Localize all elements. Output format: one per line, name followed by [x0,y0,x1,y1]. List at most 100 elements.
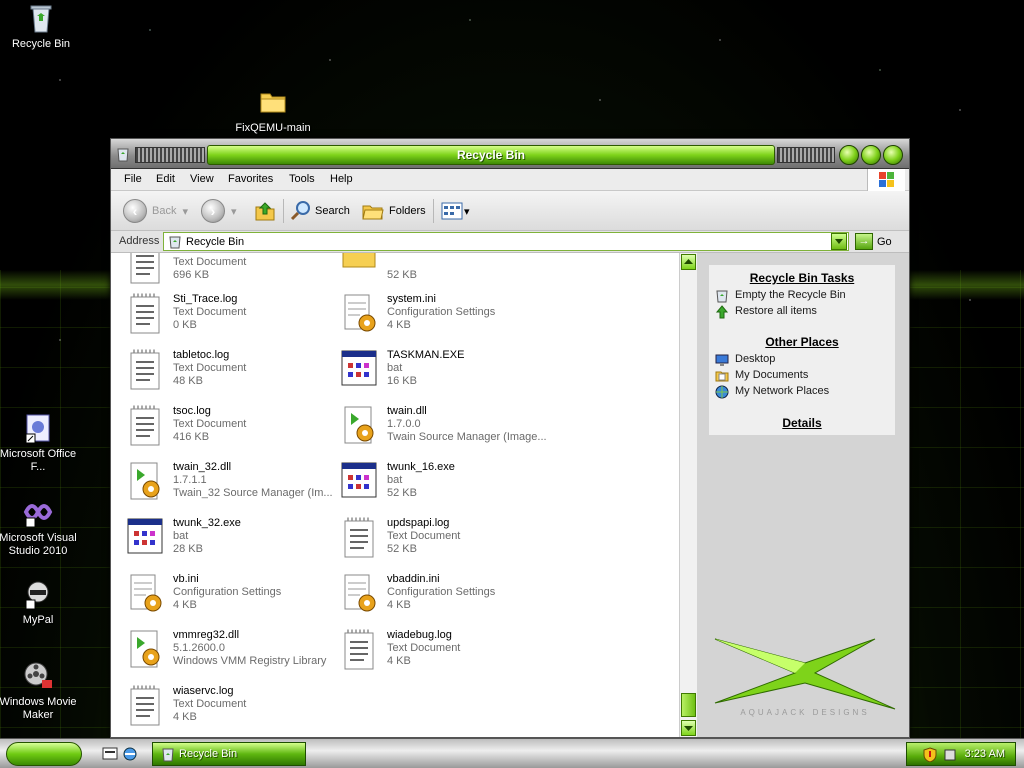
empty-recycle-bin-link[interactable]: Empty the Recycle Bin [735,289,846,301]
file-item[interactable]: tsoc.log Text Document 416 KB [125,403,335,453]
desktop-icon-recycle-bin[interactable]: Recycle Bin [0,2,82,51]
close-button[interactable] [883,145,903,165]
desktop-icon-visual-studio[interactable]: Microsoft Visual Studio 2010 [0,496,79,558]
task-pane: Recycle Bin Tasks Empty the Recycle Bin … [697,253,909,737]
security-shield-icon[interactable] [923,747,937,762]
folders-button[interactable]: Folders [361,197,426,225]
my-network-places-link[interactable]: My Network Places [735,385,829,397]
restore-icon [715,305,729,319]
search-label: Search [315,205,350,217]
file-item[interactable]: twain_32.dll 1.7.1.1 Twain_32 Source Manag… [125,459,335,509]
file-item[interactable]: updspapi.log Text Document 52 KB [339,515,549,565]
search-button[interactable]: Search [289,197,350,225]
menu-file[interactable]: File [124,173,142,185]
file-item[interactable]: vbaddin.ini Configuration Settings 4 KB [339,571,549,621]
titlebar-grille-right [777,147,835,163]
file-size: 52 KB [387,269,417,281]
window-recycle-bin-icon[interactable] [116,146,130,162]
file-item[interactable]: Sti_Trace.log Text Document 0 KB [125,291,335,341]
file-name: system.ini [387,293,436,305]
file-item[interactable]: twunk_16.exe bat 52 KB [339,459,549,509]
back-dropdown-icon[interactable]: ▾ [182,205,188,218]
tray-app-icon[interactable] [943,748,957,762]
address-bar: Address Recycle Bin → Go [111,231,909,253]
up-folder-icon [255,202,275,221]
file-name: wiaservc.log [173,685,234,697]
file-item[interactable]: tabletoc.log Text Document 48 KB [125,347,335,397]
window-title: Recycle Bin [207,145,775,165]
file-size: 52 KB [387,543,417,555]
address-label: Address [119,235,160,247]
scroll-thumb[interactable] [681,693,696,717]
restore-all-items-link[interactable]: Restore all items [735,305,817,317]
vertical-scrollbar[interactable] [679,253,697,737]
task-pane-box: Recycle Bin Tasks Empty the Recycle Bin … [709,265,895,435]
desktop-icon-office[interactable]: Microsoft Office F... [0,412,79,474]
file-type: Configuration Settings [173,586,282,598]
dll-icon [125,627,165,673]
file-item[interactable]: 52 KB [339,253,549,291]
forward-arrow-icon: › [201,199,225,223]
scroll-up-button[interactable] [681,254,696,270]
file-type: 5.1.2600.0 [173,642,225,654]
desktop-icon-movie-maker[interactable]: Windows Movie Maker [0,660,79,722]
file-item[interactable]: Text Document 696 KB [125,253,335,291]
file-name: Sti_Trace.log [173,293,238,305]
menu-tools[interactable]: Tools [289,173,315,185]
file-name: vmmreg32.dll [173,629,240,641]
desktop-icon-mypal[interactable]: MyPal [0,578,79,627]
my-documents-link[interactable]: My Documents [735,369,808,381]
show-desktop-icon[interactable] [102,746,118,762]
back-button[interactable]: ‹ Back ▾ [123,197,188,225]
file-type: Configuration Settings [387,306,496,318]
folders-icon [362,205,384,220]
internet-explorer-icon[interactable] [122,746,138,762]
desktop-link[interactable]: Desktop [735,353,775,365]
taskbar-item-recycle-bin[interactable]: Recycle Bin [152,742,306,766]
desktop-icon [715,354,729,366]
executable-icon [339,347,379,393]
taskbar-item-label: Recycle Bin [179,748,238,760]
text-document-icon [125,253,165,287]
go-button[interactable]: → Go [855,233,892,250]
menu-edit[interactable]: Edit [156,173,175,185]
file-name: wiadebug.log [387,629,452,641]
clock: 3:23 AM [964,748,1005,760]
other-places-heading[interactable]: Other Places [709,335,895,349]
file-item[interactable]: wiadebug.log Text Document 4 KB [339,627,549,677]
menu-favorites[interactable]: Favorites [228,173,273,185]
window-titlebar[interactable]: Recycle Bin [111,139,909,169]
file-item[interactable]: TASKMAN.EXE bat 16 KB [339,347,549,397]
minimize-button[interactable] [839,145,859,165]
forward-button[interactable]: › ▾ [201,197,237,225]
views-button[interactable]: ▾ [441,197,470,225]
go-label: Go [877,235,892,248]
file-item[interactable]: twunk_32.exe bat 28 KB [125,515,335,565]
file-item[interactable]: vmmreg32.dll 5.1.2600.0 Windows VMM Regist… [125,627,335,677]
address-dropdown-button[interactable] [831,233,847,250]
menu-view[interactable]: View [190,173,214,185]
up-folder-button[interactable] [253,197,277,225]
visual-studio-icon [22,496,54,528]
file-name: updspapi.log [387,517,450,529]
details-heading[interactable]: Details [709,416,895,430]
desktop-icon-fixqemu[interactable]: FixQEMU-main [232,86,314,135]
text-document-icon [125,683,165,729]
chevron-up-icon [684,259,693,264]
dll-icon [125,459,165,505]
file-type: bat [387,362,403,374]
recycle-bin-tasks-heading[interactable]: Recycle Bin Tasks [709,271,895,285]
chevron-down-icon [684,726,693,731]
address-field[interactable]: Recycle Bin [163,232,849,251]
forward-dropdown-icon[interactable]: ▾ [231,205,237,218]
start-button[interactable] [6,742,82,766]
menu-help[interactable]: Help [330,173,353,185]
recycle-bin-small-icon [169,236,181,248]
scroll-down-button[interactable] [681,720,696,736]
file-item[interactable]: system.ini Configuration Settings 4 KB [339,291,549,341]
maximize-button[interactable] [861,145,881,165]
file-item[interactable]: vb.ini Configuration Settings 4 KB [125,571,335,621]
folders-label: Folders [389,205,426,217]
file-item[interactable]: twain.dll 1.7.0.0 Twain Source Manager (Im… [339,403,549,453]
file-item[interactable]: wiaservc.log Text Document 4 KB [125,683,335,733]
